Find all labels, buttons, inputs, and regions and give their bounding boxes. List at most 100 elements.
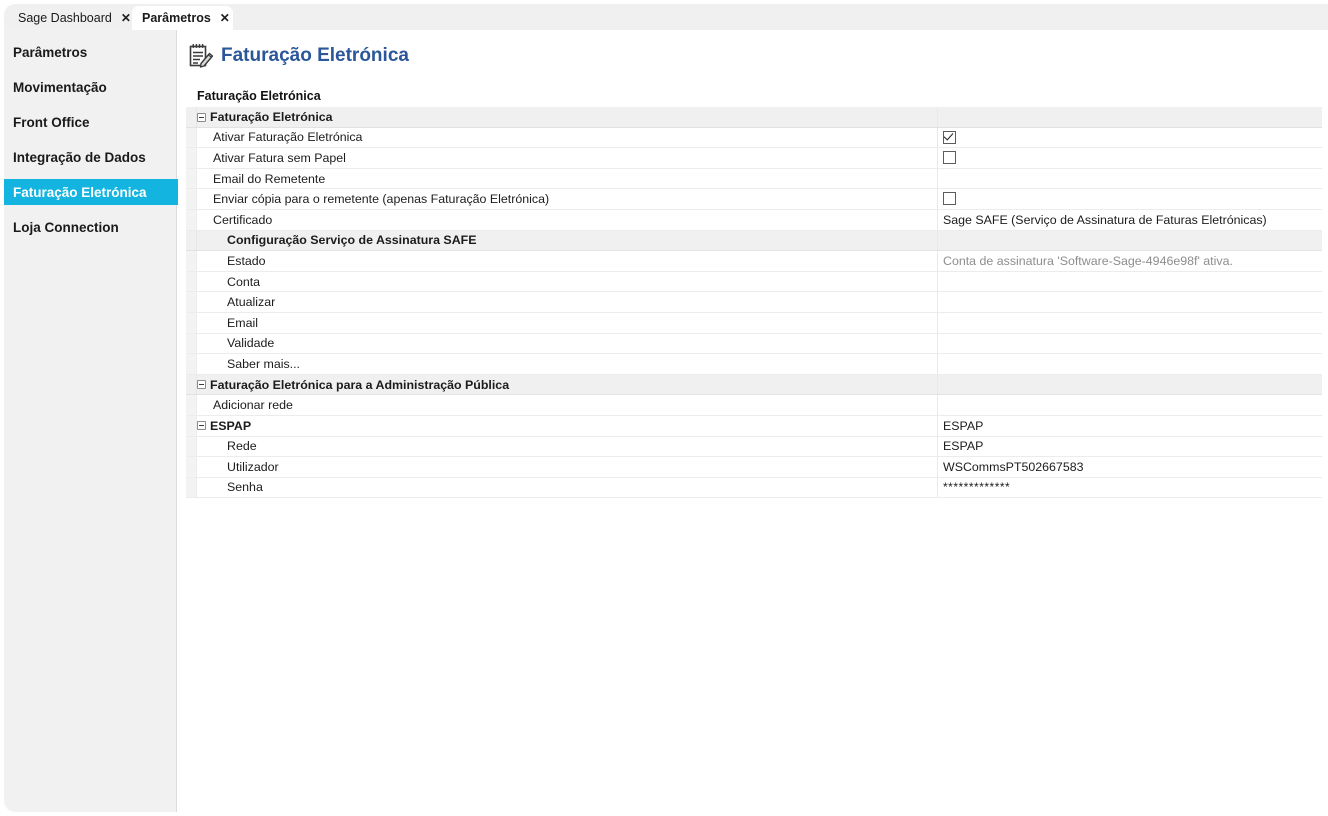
column-divider[interactable] bbox=[937, 251, 938, 271]
checkbox-unchecked[interactable] bbox=[943, 192, 956, 206]
row-gutter bbox=[186, 477, 197, 498]
property-row[interactable]: ESPAP ESPAP bbox=[186, 415, 1322, 437]
column-divider[interactable] bbox=[937, 477, 938, 498]
tab-sage-dashboard[interactable]: Sage Dashboard ✕ bbox=[8, 6, 131, 30]
sidebar-item-0[interactable]: Parâmetros bbox=[4, 39, 191, 65]
row-gutter bbox=[186, 354, 197, 374]
property-label: Ativar Fatura sem Papel bbox=[213, 150, 346, 165]
property-row[interactable]: Senha ************* bbox=[186, 477, 1322, 499]
column-divider[interactable] bbox=[937, 209, 938, 230]
sidebar-item-label: Loja Connection bbox=[13, 219, 119, 235]
property-row[interactable]: Configuração Serviço de Assinatura SAFE bbox=[186, 230, 1322, 252]
property-row[interactable]: Conta bbox=[186, 271, 1322, 293]
row-gutter bbox=[186, 251, 197, 271]
column-divider[interactable] bbox=[937, 333, 938, 354]
property-label: Validade bbox=[227, 336, 275, 351]
row-gutter bbox=[186, 457, 197, 477]
checkbox-unchecked[interactable] bbox=[943, 151, 956, 165]
column-divider[interactable] bbox=[937, 230, 938, 251]
property-row[interactable]: Atualizar bbox=[186, 292, 1322, 313]
property-row[interactable]: Validade bbox=[186, 333, 1322, 355]
row-gutter bbox=[186, 127, 197, 148]
property-row[interactable]: Rede ESPAP bbox=[186, 436, 1322, 458]
sidebar-item-label: Movimentação bbox=[13, 79, 107, 95]
row-gutter bbox=[186, 333, 197, 354]
application-window: Sage Dashboard ✕ Parâmetros ✕ Parâmetros… bbox=[0, 0, 1328, 816]
column-divider[interactable] bbox=[937, 415, 938, 436]
column-divider[interactable] bbox=[937, 168, 938, 189]
property-label: Atualizar bbox=[227, 295, 276, 310]
column-divider[interactable] bbox=[937, 189, 938, 209]
property-grid-body: Faturação Eletrónica Ativar Faturação Ele… bbox=[186, 107, 1322, 499]
tab-label: Parâmetros bbox=[142, 11, 211, 25]
property-row[interactable]: Email bbox=[186, 312, 1322, 334]
sidebar-item-label: Front Office bbox=[13, 114, 90, 130]
column-divider[interactable] bbox=[937, 292, 938, 312]
property-label: Ativar Faturação Eletrónica bbox=[213, 130, 363, 145]
content-pane: Faturação Eletrónica Faturação Eletrónic… bbox=[178, 30, 1328, 812]
collapse-icon[interactable] bbox=[197, 421, 206, 431]
sidebar-item-label: Parâmetros bbox=[13, 44, 88, 60]
row-gutter bbox=[186, 168, 197, 189]
column-divider[interactable] bbox=[937, 436, 938, 457]
column-divider[interactable] bbox=[937, 374, 938, 395]
property-row[interactable]: Estado Conta de assinatura 'Software-Sage… bbox=[186, 251, 1322, 272]
sidebar-item-3[interactable]: Integração de Dados bbox=[4, 144, 191, 170]
column-divider[interactable] bbox=[937, 107, 938, 127]
sidebar: Parâmetros Movimentação Front Office Integr… bbox=[4, 30, 191, 812]
sidebar-item-4[interactable]: Faturação Eletrónica bbox=[4, 179, 191, 205]
column-divider[interactable] bbox=[937, 127, 938, 148]
column-divider[interactable] bbox=[937, 457, 938, 477]
column-divider[interactable] bbox=[937, 148, 938, 168]
property-row[interactable]: Enviar cópia para o remetente (apenas Fa… bbox=[186, 189, 1322, 210]
property-row[interactable]: Ativar Fatura sem Papel bbox=[186, 148, 1322, 169]
property-row[interactable]: Faturação Eletrónica para a Administraçã… bbox=[186, 374, 1322, 396]
property-grid: Faturação Eletrónica Faturação Eletrónic… bbox=[186, 86, 1322, 499]
property-row[interactable]: Adicionar rede bbox=[186, 395, 1322, 416]
property-value[interactable]: WSCommsPT502667583 bbox=[943, 457, 1084, 477]
property-row[interactable]: Email do Remetente bbox=[186, 168, 1322, 190]
collapse-icon[interactable] bbox=[197, 112, 206, 122]
property-label: Enviar cópia para o remetente (apenas Fa… bbox=[213, 192, 550, 207]
property-row[interactable]: Saber mais... bbox=[186, 354, 1322, 375]
column-divider[interactable] bbox=[937, 354, 938, 374]
tab-parametros[interactable]: Parâmetros ✕ bbox=[132, 6, 233, 30]
property-value[interactable]: Sage SAFE (Serviço de Assinatura de Fatu… bbox=[943, 210, 1267, 230]
property-row[interactable]: Faturação Eletrónica bbox=[186, 107, 1322, 128]
sidebar-item-5[interactable]: Loja Connection bbox=[4, 214, 191, 240]
sidebar-item-2[interactable]: Front Office bbox=[4, 109, 191, 135]
property-value[interactable]: ************* bbox=[943, 477, 1010, 497]
row-gutter bbox=[186, 292, 197, 312]
close-icon[interactable]: ✕ bbox=[220, 12, 230, 24]
column-divider[interactable] bbox=[937, 395, 938, 415]
row-gutter bbox=[186, 107, 197, 127]
row-gutter bbox=[186, 148, 197, 168]
collapse-icon[interactable] bbox=[197, 380, 206, 390]
row-gutter bbox=[186, 436, 197, 457]
row-gutter bbox=[186, 189, 197, 209]
property-row[interactable]: Utilizador WSCommsPT502667583 bbox=[186, 457, 1322, 478]
property-row[interactable]: Ativar Faturação Eletrónica bbox=[186, 127, 1322, 149]
row-gutter bbox=[186, 312, 197, 333]
column-divider[interactable] bbox=[937, 312, 938, 333]
row-gutter bbox=[186, 374, 197, 395]
close-icon[interactable]: ✕ bbox=[121, 12, 131, 24]
column-divider[interactable] bbox=[937, 271, 938, 292]
property-value[interactable]: Conta de assinatura 'Software-Sage-4946e… bbox=[943, 251, 1233, 271]
property-row[interactable]: Certificado Sage SAFE (Serviço de Assinat… bbox=[186, 209, 1322, 231]
row-gutter bbox=[186, 271, 197, 292]
property-value[interactable]: ESPAP bbox=[943, 416, 983, 436]
tab-strip: Sage Dashboard ✕ Parâmetros ✕ bbox=[4, 4, 1328, 30]
notepad-pen-icon bbox=[186, 42, 214, 70]
property-value[interactable]: ESPAP bbox=[943, 436, 983, 456]
property-grid-title: Faturação Eletrónica bbox=[186, 86, 1322, 107]
checkbox-checked[interactable] bbox=[943, 130, 956, 144]
row-gutter bbox=[186, 209, 197, 230]
row-gutter bbox=[186, 415, 197, 436]
property-label: Estado bbox=[227, 253, 266, 268]
property-label: Saber mais... bbox=[227, 356, 300, 371]
property-label: ESPAP bbox=[210, 418, 252, 433]
property-label: Configuração Serviço de Assinatura SAFE bbox=[227, 233, 477, 248]
property-label: Adicionar rede bbox=[213, 398, 293, 413]
sidebar-item-1[interactable]: Movimentação bbox=[4, 74, 191, 100]
